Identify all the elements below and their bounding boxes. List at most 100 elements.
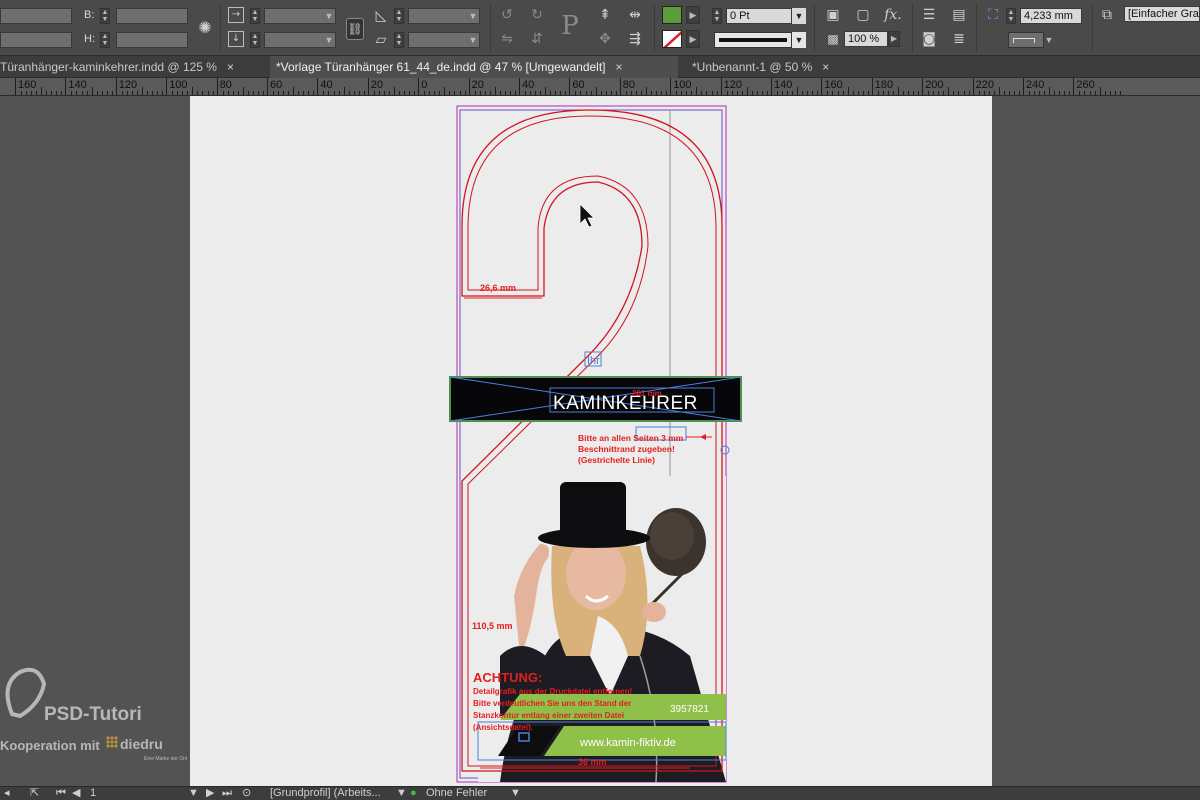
text-wrap-jump-icon[interactable]: ≣ [950,30,968,48]
ruler-minor-tick [36,91,38,95]
status-left-icon[interactable]: ◂ [4,787,10,800]
share-icon[interactable]: ⇱ [30,787,39,800]
dimension-field[interactable]: 4,233 mm [1020,8,1082,24]
ruler-minor-tick [61,91,63,95]
rotate-cw-icon[interactable]: ↻ [528,6,546,24]
corner-shape-select[interactable] [1008,32,1044,48]
ruler-minor-tick [76,91,78,95]
scale-x-stepper[interactable]: ▲ ▼ [250,8,260,24]
profile-dropdown-icon[interactable]: ▼ [396,787,407,800]
text-wrap-shape-icon[interactable]: ◙ [920,30,938,48]
stroke-weight-dropdown[interactable]: ▼ [792,8,806,24]
previous-page-icon[interactable]: ◀ [72,787,80,800]
select-previous-icon[interactable]: ⇹ [626,6,644,24]
opacity-field[interactable]: 100 % [844,31,888,47]
ruler-minor-tick [298,91,300,95]
stroke-weight-stepper[interactable]: ▲ ▼ [712,8,722,24]
warning-title: ACHTUNG: [473,670,542,685]
select-container-icon[interactable]: ⇞ [596,6,614,24]
ruler-minor-tick [91,87,93,95]
select-content-icon[interactable]: ✥ [596,30,614,48]
ruler-minor-tick [933,91,935,95]
reference-point-icon[interactable]: ✺ [196,19,214,37]
ruler-minor-tick [918,91,920,95]
stroke-type-select[interactable] [714,32,792,48]
y-position-field[interactable] [0,32,72,48]
ruler-minor-tick [610,91,612,95]
ruler-minor-tick [494,87,496,95]
close-icon[interactable]: × [822,60,829,74]
kaminkehrer-banner[interactable]: KAMINKEHRER 261 mm [449,376,742,422]
ruler-major-tick [115,78,117,95]
tab-tueranhaenger-kaminkehrer[interactable]: Türanhänger-kaminkehrer.indd @ 125 % × [0,56,262,78]
fill-dropdown[interactable]: ▶ [686,6,700,24]
width-field[interactable] [116,8,188,24]
scale-y-stepper[interactable]: ▲ ▼ [250,32,260,48]
text-wrap-none-icon[interactable]: ☰ [920,6,938,24]
preflight-dropdown-icon[interactable]: ▼ [510,787,521,800]
pasteboard[interactable]: Ihr KAMINKEHRER 261 mm 26,6 mm 110,5 mm [0,96,1200,786]
object-style-select[interactable]: [Einfacher Grafikrahmen] [1124,6,1200,22]
flip-horizontal-icon[interactable]: ⇋ [498,30,516,48]
scale-x-dropdown[interactable]: ▼ [322,8,336,24]
ruler-major-tick [619,78,621,95]
rotation-dropdown[interactable]: ▼ [466,8,480,24]
effects-fx-icon[interactable]: fx. [884,6,902,24]
stroke-weight-field[interactable]: 0 Pt [726,8,792,24]
ruler-minor-tick [81,91,83,95]
tab-unbenannt-1[interactable]: *Unbenannt-1 @ 50 % × [686,56,866,78]
stroke-none-swatch[interactable] [662,30,682,48]
text-wrap-box-icon[interactable]: ▤ [950,6,968,24]
ruler-minor-tick [449,91,451,95]
profile-select[interactable]: [Grundprofil] (Arbeits... [270,787,381,800]
height-field[interactable] [116,32,188,48]
select-next-icon[interactable]: ⇶ [626,30,644,48]
ruler-label: 40 [320,79,333,91]
page-dropdown-icon[interactable]: ▼ [188,787,199,800]
flip-vertical-icon[interactable]: ⇵ [528,30,546,48]
last-page-icon[interactable]: ⏭ [222,787,232,800]
dimension-stepper[interactable]: ▲ ▼ [1006,8,1016,24]
ruler-minor-tick [651,91,653,95]
rotate-stepper[interactable]: ▲ ▼ [394,8,404,24]
ruler-minor-tick [535,91,537,95]
x-position-field[interactable] [0,8,72,24]
preflight-status[interactable]: Ohne Fehler [426,787,487,800]
horizontal-ruler[interactable]: 160 140 120 100 80 60 40 20 0 20 40 60 80 100 120 140 16… [0,78,1200,96]
ruler-minor-tick [96,91,98,95]
ruler-minor-tick [56,91,58,95]
corner-shape-dropdown[interactable]: ▼ [1042,32,1056,48]
ruler-label: 60 [270,79,283,91]
ruler-minor-tick [661,91,663,95]
shear-stepper[interactable]: ▲ ▼ [394,32,404,48]
frame-fitting-icon[interactable]: ⛶ [984,6,1002,24]
height-stepper[interactable]: ▲ ▼ [100,32,110,48]
ruler-minor-tick [1119,91,1121,95]
ruler-minor-tick [696,87,698,95]
ruler-minor-tick [232,91,234,95]
tab-vorlage-tueranhaenger[interactable]: *Vorlage Türanhänger 61_44_de.indd @ 47 … [270,56,678,78]
drop-shadow-icon[interactable]: ▣ [824,6,842,24]
ruler-minor-tick [605,91,607,95]
ruler-minor-tick [1008,91,1010,95]
close-icon[interactable]: × [227,60,234,74]
next-page-icon[interactable]: ▶ [206,787,214,800]
stroke-dropdown[interactable]: ▶ [686,30,700,48]
watermark-partner: diedru [120,736,163,752]
open-page-icon[interactable]: ⊙ [242,787,251,800]
ruler-label: 40 [522,79,535,91]
fill-swatch[interactable] [662,6,682,24]
ruler-minor-tick [837,91,839,95]
first-page-icon[interactable]: ⏮ [56,787,66,800]
page-number[interactable]: 1 [90,787,96,800]
opacity-dropdown[interactable]: ▶ [888,31,900,47]
width-stepper[interactable]: ▲ ▼ [100,8,110,24]
constrain-proportions-icon[interactable]: ⛓ [346,18,364,40]
shadow-options-icon[interactable]: ▢ [854,6,872,24]
rotate-ccw-icon[interactable]: ↺ [498,6,516,24]
scale-y-dropdown[interactable]: ▼ [322,32,336,48]
shear-dropdown[interactable]: ▼ [466,32,480,48]
ruler-minor-tick [892,91,894,95]
close-icon[interactable]: × [616,60,623,74]
stroke-type-dropdown[interactable]: ▼ [792,32,806,48]
